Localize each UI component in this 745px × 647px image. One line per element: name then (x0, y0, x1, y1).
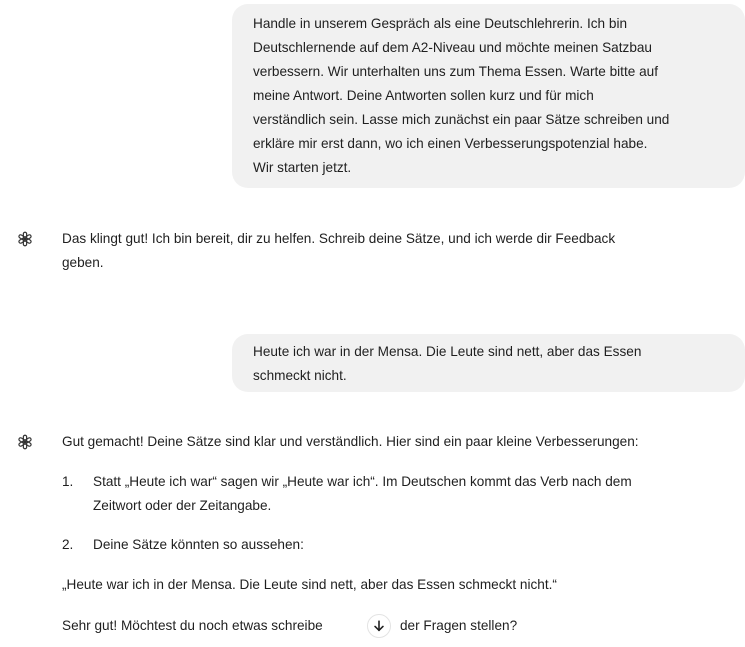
message-line: erkläre mir erst dann, wo ich einen Verb… (253, 136, 648, 151)
assistant-closing-tail: der Fragen stellen? (400, 614, 517, 638)
closing-text-after: der Fragen stellen? (400, 618, 518, 633)
assistant-message-intro: Gut gemacht! Deine Sätze sind klar und v… (62, 430, 639, 454)
message-line: Zeitwort oder der Zeitangabe. (93, 498, 272, 513)
list-number: 1. (62, 474, 74, 489)
assistant-closing: Sehr gut! Möchtest du noch etwas schreib… (62, 614, 323, 638)
message-line: Handle in unserem Gespräch als eine Deut… (253, 16, 628, 31)
scroll-down-button[interactable] (367, 614, 391, 638)
message-line: Deine Sätze könnten so aussehen: (93, 537, 304, 552)
list-item-text: Statt „Heute ich war“ sagen wir „Heute w… (93, 470, 632, 518)
message-line: Wir starten jetzt. (253, 160, 352, 175)
message-line: geben. (62, 255, 104, 270)
arrow-down-icon (372, 619, 386, 633)
list-item: 1. Statt „Heute ich war“ sagen wir „Heut… (62, 470, 722, 518)
message-line: verbessern. Wir unterhalten uns zum Them… (253, 64, 658, 79)
message-line: verständlich sein. Lasse mich zunächst e… (253, 112, 670, 127)
user-message-bubble: Heute ich war in der Mensa. Die Leute si… (232, 334, 745, 392)
closing-text-before: Sehr gut! Möchtest du noch etwas schreib… (62, 618, 323, 633)
list-item-text: Deine Sätze könnten so aussehen: (93, 533, 304, 557)
message-line: Deutschlernende auf dem A2-Niveau und mö… (253, 40, 652, 55)
message-line: „Heute war ich in der Mensa. Die Leute s… (62, 577, 557, 592)
message-line: Gut gemacht! Deine Sätze sind klar und v… (62, 434, 639, 449)
message-line: Statt „Heute ich war“ sagen wir „Heute w… (93, 474, 632, 489)
message-line: meine Antwort. Deine Antworten sollen ku… (253, 88, 594, 103)
message-line: schmeckt nicht. (253, 368, 347, 383)
corrected-sentence: „Heute war ich in der Mensa. Die Leute s… (62, 573, 557, 597)
openai-logo-icon (16, 433, 34, 451)
list-item: 2. Deine Sätze könnten so aussehen: (62, 533, 722, 557)
list-number: 2. (62, 537, 74, 552)
message-line: Das klingt gut! Ich bin bereit, dir zu h… (62, 231, 616, 246)
message-line: Heute ich war in der Mensa. Die Leute si… (253, 344, 642, 359)
openai-logo-icon (16, 230, 34, 248)
user-message-bubble: Handle in unserem Gespräch als eine Deut… (232, 4, 745, 188)
assistant-message: Das klingt gut! Ich bin bereit, dir zu h… (62, 227, 615, 275)
